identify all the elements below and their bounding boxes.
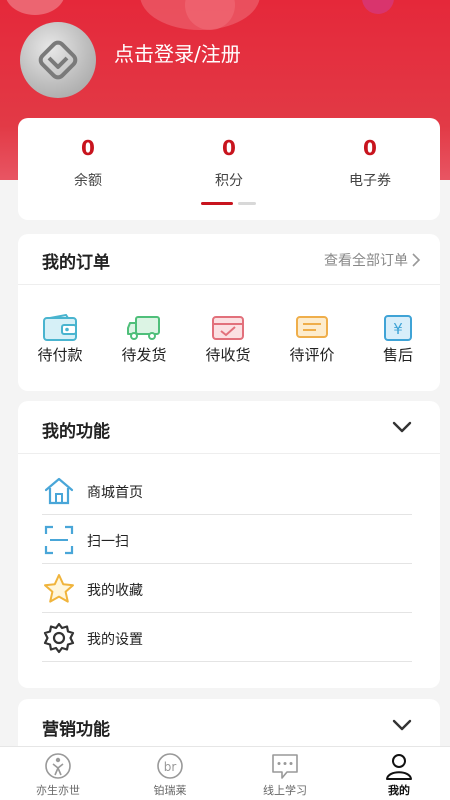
decor-bubble <box>362 0 394 14</box>
tab-online-learning-label: 线上学习 <box>263 784 307 797</box>
star-icon <box>44 574 74 603</box>
coupon-label: 电子券 <box>349 173 391 189</box>
order-pending-receipt-label: 待收货 <box>205 346 251 364</box>
divider <box>18 453 440 454</box>
function-scan[interactable]: 扫一扫 <box>42 515 412 564</box>
order-pending-payment[interactable]: 待付款 <box>25 314 95 365</box>
function-favorites[interactable]: 我的收藏 <box>42 564 412 613</box>
page-indicator-inactive <box>238 202 256 205</box>
functions-title: 我的功能 <box>42 422 110 442</box>
coupon-stat[interactable]: 0 电子券 <box>300 136 440 190</box>
bottom-tab-bar: 亦生亦世 br 铂瑞莱 线上学习 我的 <box>0 746 450 800</box>
decor-bubble <box>5 0 65 15</box>
svg-text:¥: ¥ <box>393 320 403 338</box>
tab-borui-label: 铂瑞莱 <box>153 784 187 797</box>
login-register-link[interactable]: 点击登录/注册 <box>114 38 241 67</box>
yuan-receipt-icon: ¥ <box>384 315 412 341</box>
tab-yishengyishi[interactable]: 亦生亦世 <box>2 751 114 798</box>
page-indicator <box>201 202 256 205</box>
order-after-sales-label: 售后 <box>382 346 413 364</box>
view-all-orders-link[interactable]: 查看全部订单 <box>324 250 422 270</box>
divider <box>18 284 440 285</box>
function-scan-label: 扫一扫 <box>87 534 129 550</box>
chat-icon <box>272 754 298 779</box>
br-icon: br <box>157 753 183 779</box>
tab-yishengyishi-label: 亦生亦世 <box>36 784 80 797</box>
comment-icon <box>296 316 328 338</box>
tab-mine-label: 我的 <box>388 784 410 797</box>
user-icon <box>386 754 412 780</box>
points-stat[interactable]: 0 积分 <box>159 136 299 190</box>
home-icon <box>44 477 74 505</box>
yishengyishi-icon <box>45 753 71 779</box>
order-pending-receipt[interactable]: 待收货 <box>193 314 263 365</box>
balance-label: 余额 <box>74 173 102 189</box>
balance-stat[interactable]: 0 余额 <box>18 136 158 190</box>
balance-value: 0 <box>81 136 95 160</box>
svg-text:br: br <box>164 760 177 774</box>
order-pending-payment-label: 待付款 <box>37 346 83 364</box>
function-settings-label: 我的设置 <box>87 632 143 648</box>
gear-icon <box>43 622 75 654</box>
marketing-title: 营销功能 <box>42 720 110 740</box>
function-settings[interactable]: 我的设置 <box>42 613 412 662</box>
orders-title: 我的订单 <box>42 253 110 273</box>
function-favorites-label: 我的收藏 <box>87 583 143 599</box>
order-pending-review-label: 待评价 <box>289 346 335 364</box>
wallet-icon <box>43 314 77 341</box>
order-after-sales[interactable]: ¥ 售后 <box>363 314 433 365</box>
scan-icon <box>44 525 74 555</box>
tab-online-learning[interactable]: 线上学习 <box>229 751 341 798</box>
function-mall-home[interactable]: 商城首页 <box>42 466 412 515</box>
functions-card: 我的功能 商城首页 扫一扫 我的收藏 我的设置 <box>18 401 440 688</box>
order-pending-shipment[interactable]: 待发货 <box>109 314 179 365</box>
chevron-right-icon <box>412 253 421 267</box>
chevron-down-icon[interactable] <box>390 713 414 737</box>
assets-card: 0 余额 0 积分 0 电子券 <box>18 118 440 220</box>
avatar-logo-icon <box>38 40 78 80</box>
truck-icon <box>127 316 160 340</box>
view-all-orders-label: 查看全部订单 <box>324 253 408 269</box>
avatar[interactable] <box>20 22 96 98</box>
chevron-down-icon[interactable] <box>390 415 414 439</box>
order-pending-shipment-label: 待发货 <box>121 346 167 364</box>
function-mall-home-label: 商城首页 <box>87 485 143 501</box>
tab-mine[interactable]: 我的 <box>343 751 450 798</box>
tab-borui[interactable]: br 铂瑞莱 <box>114 751 226 798</box>
points-value: 0 <box>222 136 236 160</box>
page-indicator-active <box>201 202 233 205</box>
orders-card: 我的订单 查看全部订单 待付款 待发货 待收货 待评价 ¥ 售后 <box>18 234 440 391</box>
coupon-value: 0 <box>363 136 377 160</box>
order-pending-review[interactable]: 待评价 <box>277 314 347 365</box>
package-icon <box>212 316 244 340</box>
points-label: 积分 <box>215 173 243 189</box>
